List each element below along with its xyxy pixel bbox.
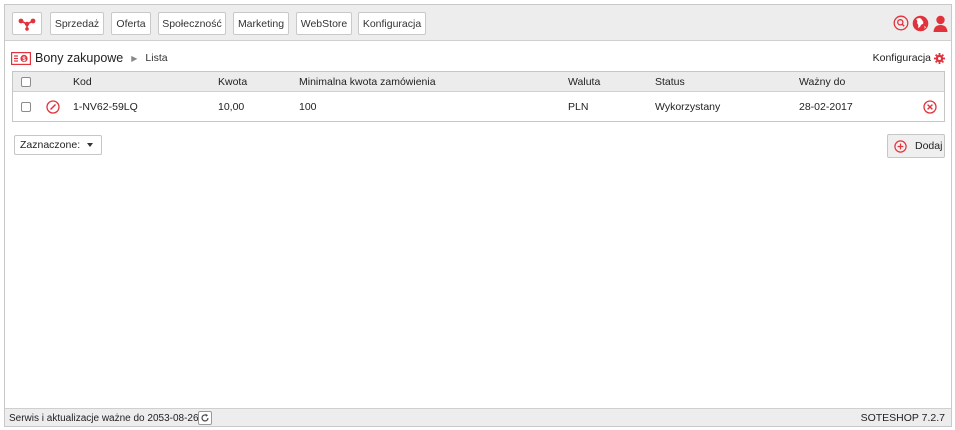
cell-wazny-do: 28-02-2017 [799,101,853,113]
select-all-checkbox[interactable] [21,76,31,87]
nav-spolecznosc[interactable]: Społeczność [158,12,226,35]
voucher-list-icon: $ [11,51,31,65]
cell-kod[interactable]: 1-NV62-59LQ [73,93,138,121]
globe-icon[interactable] [911,14,929,32]
search-icon[interactable] [892,14,910,32]
cell-kwota: 10,00 [218,101,245,113]
col-header-wazny-do[interactable]: Ważny do [799,72,845,91]
edit-icon[interactable] [46,93,60,121]
voucher-table: Kod Kwota Minimalna kwota zamówienia Wal… [12,71,945,122]
config-link-label: Konfiguracja [872,52,931,64]
row-select-cell [21,93,31,121]
cell-status: Wykorzystany [655,101,721,113]
select-all-cell [21,72,31,91]
service-expiry-text: Serwis i aktualizacje ważne do 2053-08-2… [9,412,199,424]
col-header-kwota[interactable]: Kwota [218,72,247,91]
nav-sprzedaz[interactable]: Sprzedaż [50,12,104,35]
refresh-icon [201,413,209,422]
breadcrumb-current: Lista [145,52,168,64]
config-link[interactable]: Konfiguracja [873,49,945,67]
user-icon[interactable] [931,14,949,32]
logo-button[interactable] [12,12,42,35]
bulk-action-label: Zaznaczone: [20,139,81,151]
row-checkbox[interactable] [21,102,31,112]
nav-konfiguracja[interactable]: Konfiguracja [358,12,426,35]
app-window: Sprzedaż Oferta Społeczność Marketing We… [4,4,952,427]
delete-icon[interactable] [923,93,937,121]
network-logo-icon [18,18,36,31]
nav-webstore[interactable]: WebStore [296,12,352,35]
col-header-waluta[interactable]: Waluta [568,72,600,91]
table-row[interactable]: 1-NV62-59LQ 10,00 100 PLN Wykorzystany 2… [13,93,944,121]
table-header: Kod Kwota Minimalna kwota zamówienia Wal… [13,72,944,92]
status-bar: Serwis i aktualizacje ważne do 2053-08-2… [5,408,951,426]
plus-circle-icon [894,139,907,153]
nav-oferta[interactable]: Oferta [111,12,151,35]
breadcrumb: $ Bony zakupowe ▶ Lista [11,49,168,67]
gear-icon [934,52,945,64]
col-header-status[interactable]: Status [655,72,685,91]
nav-marketing[interactable]: Marketing [233,12,289,35]
col-header-min-kwota[interactable]: Minimalna kwota zamówienia [299,72,436,91]
cell-waluta: PLN [568,101,589,113]
version-label: SOTESHOP 7.2.7 [860,412,945,424]
refresh-button[interactable] [198,411,212,425]
breadcrumb-separator: ▶ [131,53,138,63]
top-nav-bar: Sprzedaż Oferta Społeczność Marketing We… [5,5,951,41]
col-header-kod[interactable]: Kod [73,72,92,91]
chevron-down-icon [87,143,93,147]
bulk-action-select[interactable]: Zaznaczone: [14,135,102,155]
add-button-label: Dodaj [915,140,943,152]
page-title[interactable]: Bony zakupowe [35,51,123,65]
cell-min-kwota: 100 [299,101,317,113]
add-button[interactable]: Dodaj [887,134,945,158]
